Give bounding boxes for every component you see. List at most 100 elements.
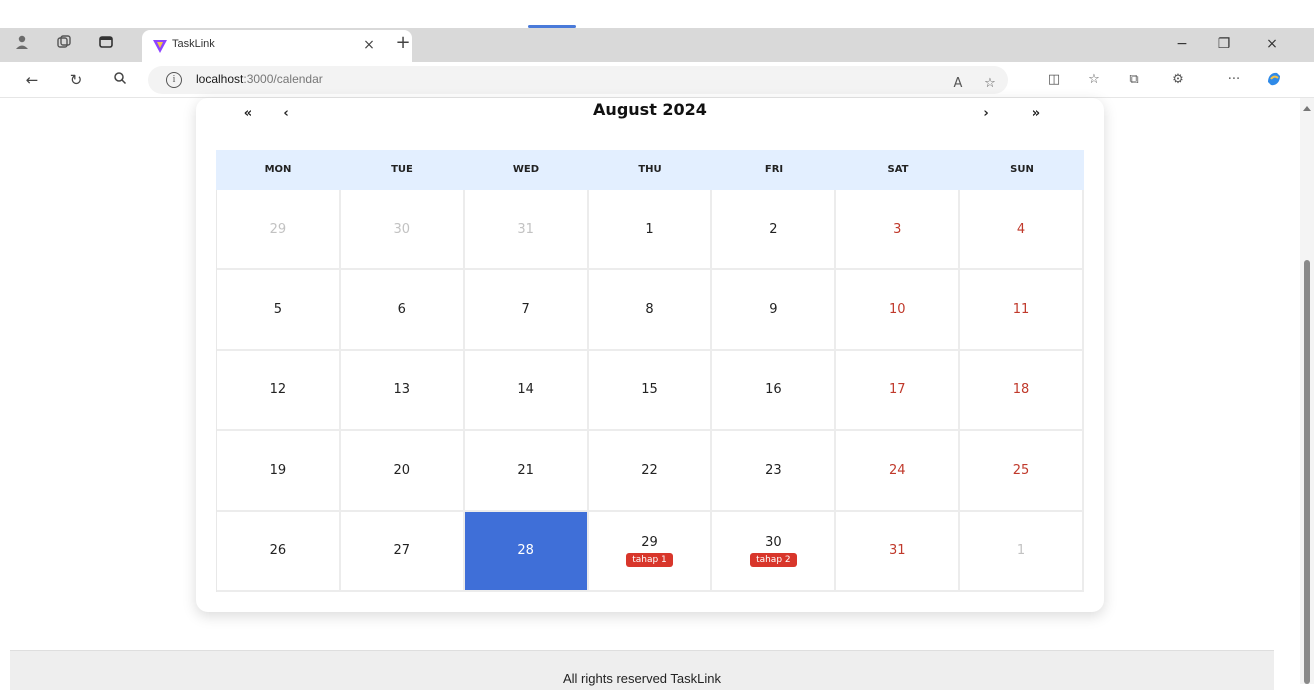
page-footer: All rights reserved TaskLink bbox=[10, 650, 1274, 690]
workspaces-icon[interactable] bbox=[54, 34, 74, 54]
day-number: 26 bbox=[269, 543, 287, 559]
calendar-day-cell[interactable]: 30 bbox=[340, 190, 465, 271]
next-month-button[interactable]: › bbox=[974, 102, 998, 126]
day-number: 12 bbox=[269, 382, 287, 398]
day-number: 1 bbox=[645, 221, 654, 237]
calendar-day-cell[interactable]: 14 bbox=[464, 350, 589, 432]
day-number: 8 bbox=[645, 302, 654, 318]
month-title: August 2024 bbox=[593, 100, 707, 119]
calendar-day-cell[interactable]: 16 bbox=[712, 350, 837, 432]
day-number: 28 bbox=[517, 543, 534, 559]
day-number: 29 bbox=[269, 221, 287, 237]
day-number: 6 bbox=[397, 302, 406, 318]
day-number: 10 bbox=[888, 302, 906, 318]
calendar-day-cell[interactable]: 3 bbox=[836, 190, 961, 271]
address-bar-row: ← ↻ i localhost:3000/calendar A ☆ ◫ ☆ ⧉ … bbox=[0, 62, 1314, 98]
weekday-sat: SAT bbox=[887, 164, 909, 175]
day-number: 17 bbox=[888, 382, 906, 398]
day-number: 23 bbox=[765, 462, 782, 478]
calendar-day-cell[interactable]: 1 bbox=[960, 511, 1084, 592]
day-number: 22 bbox=[641, 462, 658, 478]
calendar-day-cell[interactable]: 10 bbox=[836, 270, 961, 351]
calendar-day-cell[interactable]: 12 bbox=[217, 350, 341, 432]
calendar-day-cell[interactable]: 26 bbox=[217, 511, 341, 592]
read-aloud-icon[interactable]: A bbox=[948, 74, 968, 94]
calendar-day-cell[interactable]: 21 bbox=[464, 431, 589, 512]
day-number: 31 bbox=[888, 543, 906, 559]
calendar-day-cell[interactable]: 2 bbox=[712, 190, 837, 271]
page-scrollbar[interactable] bbox=[1300, 98, 1314, 684]
favorites-icon[interactable]: ☆ bbox=[1084, 70, 1104, 90]
day-number: 29 bbox=[641, 534, 658, 550]
calendar-day-cell[interactable]: 7 bbox=[464, 270, 589, 351]
address-input[interactable]: i localhost:3000/calendar A ☆ bbox=[148, 66, 1008, 94]
day-number: 15 bbox=[641, 382, 658, 398]
calendar-day-cell[interactable]: 27 bbox=[340, 511, 465, 592]
day-number: 2 bbox=[769, 221, 778, 237]
calendar-day-cell[interactable]: 18 bbox=[960, 350, 1084, 432]
profile-icon[interactable] bbox=[12, 34, 32, 54]
restore-icon[interactable]: ❐ bbox=[1214, 34, 1234, 54]
weekday-wed: WED bbox=[512, 164, 540, 175]
next-year-button[interactable]: » bbox=[1024, 102, 1048, 126]
browser-tab-active[interactable]: TaskLink × bbox=[142, 30, 412, 62]
browser-tab-strip: TaskLink × + − ❐ × bbox=[0, 0, 1314, 62]
page-content: « ‹ August 2024 › » MON TUE WED THU FRI … bbox=[0, 98, 1314, 690]
info-icon[interactable]: i bbox=[166, 72, 182, 88]
calendar-day-cell[interactable]: 5 bbox=[217, 270, 341, 351]
calendar-day-cell[interactable]: 15 bbox=[588, 350, 713, 432]
event-badge[interactable]: tahap 2 bbox=[750, 552, 797, 567]
calendar-day-cell[interactable]: 22 bbox=[588, 431, 713, 512]
calendar-day-cell[interactable]: 30 tahap 2 bbox=[712, 511, 837, 592]
more-icon[interactable]: ··· bbox=[1224, 70, 1244, 90]
calendar-day-cell[interactable]: 6 bbox=[340, 270, 465, 351]
calendar-day-cell[interactable]: 4 bbox=[960, 190, 1084, 271]
calendar-day-cell[interactable]: 11 bbox=[960, 270, 1084, 351]
calendar-day-cell[interactable]: 20 bbox=[340, 431, 465, 512]
calendar-day-cell[interactable]: 23 bbox=[712, 431, 837, 512]
back-arrow-icon[interactable]: ← bbox=[22, 70, 42, 90]
close-tab-icon[interactable]: × bbox=[360, 36, 378, 54]
day-number: 14 bbox=[517, 382, 534, 398]
calendar-day-cell[interactable]: 29 tahap 1 bbox=[588, 511, 713, 592]
refresh-icon[interactable]: ↻ bbox=[66, 70, 86, 90]
copilot-icon[interactable] bbox=[1264, 70, 1284, 90]
calendar-day-cell[interactable]: 29 bbox=[217, 190, 341, 271]
day-number: 30 bbox=[393, 221, 411, 237]
day-number: 3 bbox=[893, 221, 902, 237]
month-header: « ‹ August 2024 › » bbox=[216, 98, 1084, 150]
calendar-day-cell[interactable]: 31 bbox=[836, 511, 961, 592]
calendar-day-cell[interactable]: 1 bbox=[588, 190, 713, 271]
calendar-day-cell[interactable]: 28 bbox=[464, 511, 589, 592]
day-number: 18 bbox=[1012, 382, 1030, 398]
calendar-day-cell[interactable]: 8 bbox=[588, 270, 713, 351]
star-icon[interactable]: ☆ bbox=[980, 74, 1000, 94]
split-screen-icon[interactable]: ◫ bbox=[1044, 70, 1064, 90]
calendar-day-cell[interactable]: 24 bbox=[836, 431, 961, 512]
day-number: 19 bbox=[269, 462, 287, 478]
calendar-day-cell[interactable]: 31 bbox=[464, 190, 589, 271]
calendar-day-cell[interactable]: 13 bbox=[340, 350, 465, 432]
tasklink-favicon-icon bbox=[152, 38, 168, 54]
scroll-thumb[interactable] bbox=[1304, 260, 1310, 684]
day-number: 25 bbox=[1012, 462, 1030, 478]
tab-actions-icon[interactable] bbox=[96, 34, 116, 54]
collections-icon[interactable]: ⧉ bbox=[1124, 70, 1144, 90]
extensions-icon[interactable]: ⚙ bbox=[1168, 70, 1188, 90]
calendar-day-cell[interactable]: 9 bbox=[712, 270, 837, 351]
url-host: localhost bbox=[196, 72, 244, 86]
calendar-day-cell[interactable]: 25 bbox=[960, 431, 1084, 512]
search-icon[interactable] bbox=[110, 70, 130, 90]
event-badge[interactable]: tahap 1 bbox=[626, 552, 673, 567]
calendar-day-cell[interactable]: 19 bbox=[217, 431, 341, 512]
day-number: 7 bbox=[521, 302, 530, 318]
close-window-icon[interactable]: × bbox=[1262, 34, 1282, 54]
calendar-day-grid: 29 30 31 1 2 3 4 5 6 7 8 9 10 11 12 13 14 15 16 17 18 19 20 21 2… bbox=[216, 190, 1084, 592]
calendar-day-cell[interactable]: 17 bbox=[836, 350, 961, 432]
weekday-thu: THU bbox=[638, 164, 662, 175]
new-tab-button[interactable]: + bbox=[392, 32, 414, 54]
minimize-icon[interactable]: − bbox=[1172, 34, 1192, 54]
day-number: 9 bbox=[769, 302, 778, 318]
day-number: 5 bbox=[273, 302, 283, 318]
scroll-up-icon[interactable] bbox=[1303, 106, 1311, 111]
